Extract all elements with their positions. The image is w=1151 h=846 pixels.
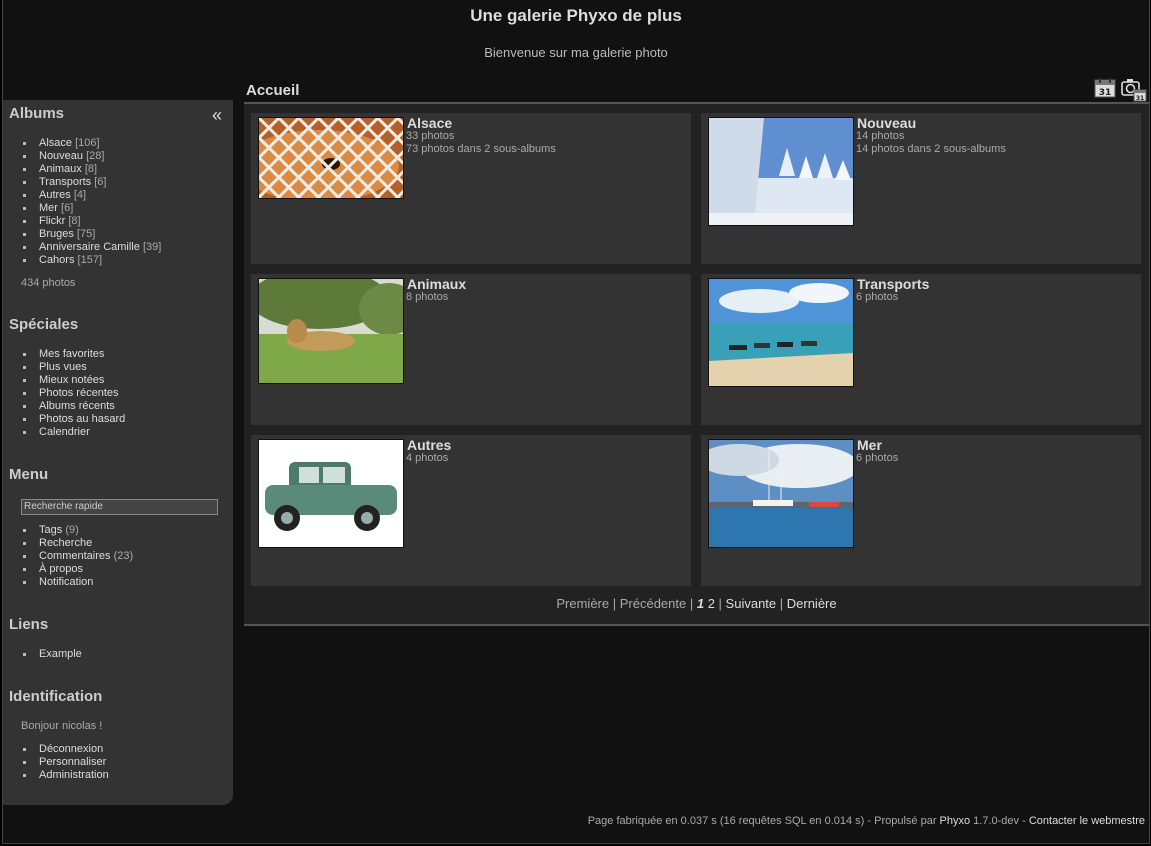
calendar-icon[interactable]: 31 — [1093, 76, 1117, 100]
album-card-alsace[interactable]: Alsace 33 photos 73 photos dans 2 sous-a… — [251, 113, 691, 264]
albums-grid: Alsace 33 photos 73 photos dans 2 sous-a… — [244, 104, 1149, 626]
specials-list: Mes favorites Plus vues Mieux notées Pho… — [21, 348, 125, 439]
album-link-mer[interactable]: Mer [6] — [21, 202, 161, 215]
pagination: Première | Précédente | 1 2 | Suivante |… — [244, 596, 1149, 611]
pager-first: Première — [556, 596, 610, 611]
special-link-favorites[interactable]: Mes favorites — [21, 348, 125, 361]
footer-engine-link[interactable]: Phyxo — [940, 815, 971, 827]
album-link-anniversaire-camille[interactable]: Anniversaire Camille [39] — [21, 241, 161, 254]
page-footer: Page fabriquée en 0.037 s (16 requêtes S… — [588, 815, 1145, 827]
links-list: Example — [21, 648, 82, 661]
album-link-alsace[interactable]: Alsace [106] — [21, 137, 161, 150]
menu-link-about[interactable]: À propos — [21, 563, 133, 576]
album-card-autres[interactable]: Autres 4 photos — [251, 435, 691, 586]
album-photo-count: 14 photos — [856, 130, 905, 142]
album-thumbnail[interactable] — [708, 117, 854, 226]
identification-list: Déconnexion Personnaliser Administration — [21, 743, 109, 782]
album-card-mer[interactable]: Mer 6 photos — [701, 435, 1141, 586]
album-photo-count: 33 photos — [406, 130, 455, 142]
pager-separator: | — [714, 596, 726, 611]
menu-list: Tags (9) Recherche Commentaires (23) À p… — [21, 524, 133, 589]
album-link-bruges[interactable]: Bruges [75] — [21, 228, 161, 241]
album-card-animaux[interactable]: Animaux 8 photos — [251, 274, 691, 425]
logout-link[interactable]: Déconnexion — [21, 743, 109, 756]
gallery-subtitle: Bienvenue sur ma galerie photo — [484, 45, 668, 60]
special-link-recent-albums[interactable]: Albums récents — [21, 400, 125, 413]
breadcrumb-bar: Accueil 31 31 — [244, 76, 1149, 104]
menu-link-search[interactable]: Recherche — [21, 537, 133, 550]
pager-separator: | — [776, 596, 787, 611]
main-content: Accueil 31 31 Alsace 33 photos 73 photos… — [244, 76, 1149, 626]
footer-contact-link[interactable]: Contacter le webmestre — [1029, 815, 1145, 827]
pager-prev: Précédente — [619, 596, 687, 611]
user-greeting: Bonjour nicolas ! — [21, 720, 103, 732]
album-link-flickr[interactable]: Flickr [8] — [21, 215, 161, 228]
album-subalbum-count: 14 photos dans 2 sous-albums — [856, 143, 1006, 155]
pager-separator: | — [609, 596, 620, 611]
links-heading: Liens — [9, 616, 49, 633]
album-thumbnail[interactable] — [258, 278, 404, 384]
menu-link-comments[interactable]: Commentaires (23) — [21, 550, 133, 563]
pager-current-page: 1 — [696, 596, 705, 611]
svg-text:31: 31 — [1136, 95, 1144, 102]
pager-last[interactable]: Dernière — [787, 596, 837, 611]
page-frame: Une galerie Phyxo de plus Bienvenue sur … — [2, 0, 1150, 844]
album-title[interactable]: Transports — [857, 276, 929, 292]
album-title[interactable]: Nouveau — [857, 115, 916, 131]
album-link-transports[interactable]: Transports [6] — [21, 176, 161, 189]
album-photo-count: 8 photos — [406, 291, 449, 303]
pager-next[interactable]: Suivante — [726, 596, 777, 611]
album-title[interactable]: Autres — [407, 437, 451, 453]
album-link-autres[interactable]: Autres [4] — [21, 189, 161, 202]
album-title[interactable]: Mer — [857, 437, 882, 453]
album-thumbnail[interactable] — [708, 439, 854, 548]
administration-link[interactable]: Administration — [21, 769, 109, 782]
menu-link-notification[interactable]: Notification — [21, 576, 133, 589]
special-link-calendar[interactable]: Calendrier — [21, 426, 125, 439]
album-thumbnail[interactable] — [258, 439, 404, 548]
album-card-transports[interactable]: Transports 6 photos — [701, 274, 1141, 425]
sidebar-menubar: « Albums Alsace [106] Nouveau [28] Anima… — [3, 100, 233, 805]
footer-timing: Page fabriquée en 0.037 s (16 requêtes S… — [587, 815, 940, 827]
album-title[interactable]: Alsace — [407, 115, 452, 131]
special-link-recent-photos[interactable]: Photos récentes — [21, 387, 125, 400]
album-link-animaux[interactable]: Animaux [8] — [21, 163, 161, 176]
albums-total: 434 photos — [21, 277, 76, 289]
special-link-best-rated[interactable]: Mieux notées — [21, 374, 125, 387]
pager-page-2[interactable]: 2 — [708, 596, 715, 611]
album-link-nouveau[interactable]: Nouveau [28] — [21, 150, 161, 163]
link-example[interactable]: Example — [21, 648, 82, 661]
breadcrumb[interactable]: Accueil — [246, 82, 299, 99]
album-title[interactable]: Animaux — [407, 276, 466, 292]
specials-heading: Spéciales — [9, 316, 79, 333]
svg-text:31: 31 — [1099, 88, 1112, 98]
album-thumbnail[interactable] — [258, 117, 404, 199]
album-photo-count: 6 photos — [856, 452, 899, 464]
gallery-title: Une galerie Phyxo de plus — [470, 6, 682, 25]
menu-heading: Menu — [9, 466, 49, 483]
quick-search-input[interactable]: Recherche rapide — [21, 499, 218, 515]
double-chevron-left-icon[interactable]: « — [212, 106, 222, 124]
camera-calendar-icon[interactable]: 31 — [1120, 76, 1148, 102]
pager-separator: | — [686, 596, 697, 611]
album-photo-count: 6 photos — [856, 291, 899, 303]
albums-heading: Albums — [9, 105, 65, 122]
menu-link-tags[interactable]: Tags (9) — [21, 524, 133, 537]
album-card-nouveau[interactable]: Nouveau 14 photos 14 photos dans 2 sous-… — [701, 113, 1141, 264]
special-link-random-photos[interactable]: Photos au hasard — [21, 413, 125, 426]
footer-version: 1.7.0-dev - — [970, 815, 1029, 827]
album-subalbum-count: 73 photos dans 2 sous-albums — [406, 143, 556, 155]
album-thumbnail[interactable] — [708, 278, 854, 387]
identification-heading: Identification — [9, 688, 103, 705]
album-photo-count: 4 photos — [406, 452, 449, 464]
albums-list: Alsace [106] Nouveau [28] Animaux [8] Tr… — [21, 137, 161, 267]
album-link-cahors[interactable]: Cahors [157] — [21, 254, 161, 267]
customize-link[interactable]: Personnaliser — [21, 756, 109, 769]
special-link-most-viewed[interactable]: Plus vues — [21, 361, 125, 374]
